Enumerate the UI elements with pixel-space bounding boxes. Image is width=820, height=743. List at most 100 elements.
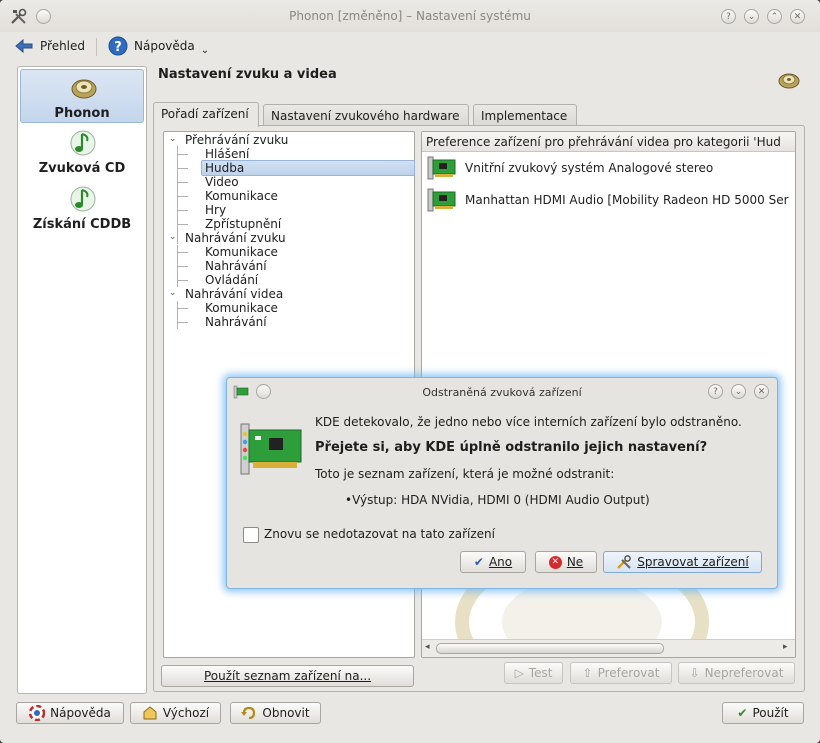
tree-item-music[interactable]: Hudba (201, 160, 415, 176)
arrow-right-icon[interactable]: ▸ (783, 642, 788, 652)
sound-card-icon (427, 188, 456, 212)
apply-button[interactable]: ✔ Použít (722, 702, 804, 724)
help-menu-button[interactable]: ? Nápověda ⌄ (108, 35, 209, 57)
tree-item-notifications[interactable]: Hlášení (205, 147, 249, 161)
sidebar-item-label: Zvuková CD (38, 161, 126, 176)
tree-item-communication[interactable]: Komunikace (205, 189, 278, 203)
tree-item-video[interactable]: Video (205, 175, 239, 189)
arrow-left-icon (15, 38, 33, 54)
footer-help-button[interactable]: Nápověda (16, 702, 124, 724)
play-icon: ▷ (514, 666, 524, 680)
tree-item-games[interactable]: Hry (205, 203, 226, 217)
sound-card-icon (240, 423, 302, 475)
speaker-icon (778, 73, 800, 89)
scrollbar-thumb[interactable] (436, 643, 664, 654)
tree-guide-line (178, 168, 188, 169)
tab-backend[interactable]: Implementace (473, 104, 577, 126)
defer-button[interactable]: ⇩ Nepreferovat (678, 662, 795, 684)
toolbar: Přehled ? Nápověda ⌄ (0, 32, 820, 60)
chevron-down-icon[interactable]: ⌄ (169, 288, 177, 298)
svg-text:?: ? (114, 40, 122, 55)
manage-devices-button[interactable]: Spravovat zařízení (603, 551, 762, 573)
dialog-message: KDE detekovalo, že jedno nebo více inter… (315, 415, 742, 429)
removed-device-name: Výstup: HDA NVidia, HDMI 0 (HDMI Audio O… (352, 493, 650, 507)
dialog-question: Přejete si, aby KDE úplně odstranilo jej… (315, 440, 708, 455)
overview-label: Přehled (40, 39, 86, 53)
list-item[interactable]: Vnitřní zvukový systém Analogové stereo (427, 154, 713, 182)
tree-guide-line (178, 266, 188, 267)
dialog-help-button[interactable]: ? (708, 384, 723, 399)
chevron-down-icon[interactable]: ⌄ (169, 232, 177, 242)
horizontal-scrollbar[interactable]: ◂ ▸ (422, 639, 795, 657)
music-note-icon (70, 130, 96, 156)
undo-icon (241, 706, 256, 720)
tree-guide-line (178, 252, 188, 253)
tree-guide-line (178, 154, 188, 155)
module-sidebar: Phonon Zvuková CD Získání CDDB (17, 66, 147, 694)
tab-label: Implementace (481, 109, 568, 123)
list-item[interactable]: Manhattan HDMI Audio [Mobility Radeon HD… (427, 186, 789, 214)
page-title: Nastavení zvuku a videa (158, 67, 337, 82)
yes-button[interactable]: ✔ Ano (460, 551, 526, 573)
help-title-button[interactable]: ? (721, 9, 736, 24)
tree-guide-line (178, 224, 188, 225)
tree-item-accessibility[interactable]: Zpřístupnění (205, 217, 281, 231)
maximize-button[interactable]: ⌃ (767, 9, 782, 24)
arrow-left-icon[interactable]: ◂ (425, 642, 430, 652)
chevron-down-icon[interactable]: ⌄ (169, 134, 177, 144)
tab-audio-hardware[interactable]: Nastavení zvukového hardware (263, 104, 469, 126)
button-label: Ne (566, 555, 584, 569)
restore-icon (143, 706, 157, 720)
button-label: Nápověda (50, 706, 111, 720)
tree-item-recording[interactable]: Nahrávání (205, 259, 267, 273)
tree-group-audio-playback[interactable]: Přehrávání zvuku (185, 133, 288, 147)
button-label: Použít seznam zařízení na... (203, 669, 372, 683)
tree-group-video-recording[interactable]: Nahrávání videa (185, 287, 283, 301)
apply-device-list-button[interactable]: Použít seznam zařízení na... (161, 665, 414, 687)
tools-icon (617, 555, 632, 569)
reset-button[interactable]: Obnovit (230, 702, 321, 724)
dialog-title: Odstraněná zvuková zařízení (422, 386, 582, 399)
tab-label: Pořadí zařízení (161, 107, 249, 121)
tree-item-recording[interactable]: Nahrávání (205, 315, 267, 329)
tree-guide-line (178, 196, 188, 197)
dialog-close-button[interactable]: ✕ (754, 384, 769, 399)
toolbar-separator (96, 38, 97, 56)
close-button[interactable]: ✕ (790, 9, 805, 24)
removed-devices-dialog: Odstraněná zvuková zařízení ? ⌄ ✕ KDE de… (226, 377, 778, 589)
tree-guide-line (177, 146, 178, 244)
checkmark-icon: ✔ (473, 555, 484, 569)
no-button[interactable]: ✕ Ne (535, 551, 597, 573)
dialog-list-intro: Toto je seznam zařízení, která je možné … (315, 467, 615, 481)
system-settings-window: Phonon [změněno] – Nastavení systému ? ⌄… (0, 0, 820, 743)
arrow-up-icon: ⇧ (582, 666, 593, 680)
tree-item-control[interactable]: Ovládání (205, 273, 258, 287)
tree-item-communication[interactable]: Komunikace (205, 245, 278, 259)
tree-group-audio-recording[interactable]: Nahrávání zvuku (185, 231, 286, 245)
tab-device-priority[interactable]: Pořadí zařízení (153, 102, 259, 127)
prefer-button[interactable]: ⇧ Preferovat (570, 662, 672, 684)
checkmark-icon: ✔ (737, 706, 748, 720)
sidebar-item-phonon[interactable]: Phonon (20, 69, 144, 123)
test-button[interactable]: ▷ Test (504, 662, 563, 684)
help-icon: ? (108, 36, 128, 56)
sidebar-item-label: Získání CDDB (32, 217, 132, 232)
window-title: Phonon [změněno] – Nastavení systému (289, 9, 531, 23)
dialog-minimize-button[interactable]: ⌄ (731, 384, 746, 399)
button-label: Obnovit (262, 706, 310, 720)
tree-item-communication[interactable]: Komunikace (205, 301, 278, 315)
minimize-button[interactable]: ⌄ (744, 9, 759, 24)
dont-ask-checkbox[interactable] (243, 527, 259, 543)
sidebar-item-audio-cd[interactable]: Zvuková CD (20, 125, 144, 179)
sound-card-icon (427, 156, 456, 180)
dont-ask-label[interactable]: Znovu se nedotazovat na tato zařízení (264, 527, 495, 541)
sidebar-item-cddb[interactable]: Získání CDDB (20, 181, 144, 235)
defaults-button[interactable]: Výchozí (130, 702, 221, 724)
button-label: Preferovat (597, 666, 660, 680)
column-header[interactable]: Preference zařízení pro přehrávání videa… (422, 132, 795, 152)
device-name: Vnitřní zvukový systém Analogové stereo (465, 161, 714, 175)
chevron-down-icon: ⌄ (200, 44, 210, 56)
overview-button[interactable]: Přehled (14, 35, 85, 57)
tree-guide-line (178, 322, 188, 323)
tree-guide-line (177, 301, 178, 329)
